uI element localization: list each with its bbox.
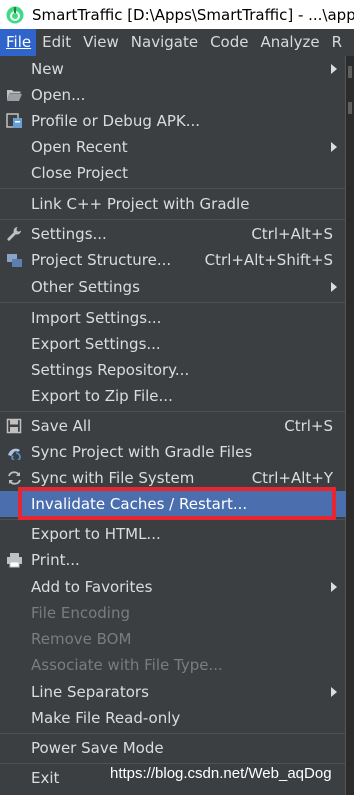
menu-code[interactable]: Code: [204, 29, 254, 56]
toolbar-fragment: [348, 66, 352, 78]
menu-item-sync-gradle[interactable]: Sync Project with Gradle Files: [0, 439, 346, 465]
menu-item-import-settings[interactable]: Import Settings...: [0, 305, 346, 331]
menu-view[interactable]: View: [77, 29, 125, 56]
menu-item-profile-debug-apk[interactable]: Profile or Debug APK...: [0, 108, 346, 134]
android-studio-icon: [6, 6, 24, 23]
menu-file[interactable]: File: [0, 29, 37, 56]
menu-item-project-structure[interactable]: Project Structure... Ctrl+Alt+Shift+S: [0, 247, 346, 273]
title-bar: SmartTraffic [D:\Apps\SmartTraffic] - ..…: [0, 0, 354, 29]
menu-item-settings[interactable]: Settings... Ctrl+Alt+S: [0, 221, 346, 247]
menu-item-associate-file-type: Associate with File Type...: [31, 656, 223, 674]
file-menu-dropdown: New Open... Profile or Debug APK... Open…: [0, 56, 346, 795]
save-icon: [6, 418, 22, 434]
menu-separator: [0, 188, 346, 189]
menu-item-export-zip[interactable]: Export to Zip File...: [0, 383, 346, 409]
menu-item-sync-file-system[interactable]: Sync with File System Ctrl+Alt+Y: [0, 465, 346, 491]
menu-separator: [0, 302, 346, 303]
menu-item-file-encoding: File Encoding: [31, 604, 130, 622]
menu-separator: [0, 733, 346, 734]
menu-item-export-settings[interactable]: Export Settings...: [0, 331, 346, 357]
submenu-arrow-icon: [331, 64, 337, 74]
menu-item-close-project[interactable]: Close Project: [0, 160, 346, 186]
menu-item-export-html[interactable]: Export to HTML...: [0, 521, 346, 547]
gradle-sync-icon: [8, 448, 21, 460]
menu-separator: [0, 519, 346, 520]
ide-window: SmartTraffic [D:\Apps\SmartTraffic] - ..…: [0, 0, 354, 795]
submenu-arrow-icon: [331, 582, 337, 592]
menu-refactor[interactable]: R: [326, 29, 348, 56]
wrench-icon: [7, 227, 21, 241]
menu-item-other-settings[interactable]: Other Settings: [0, 274, 346, 300]
folder-open-icon: [7, 90, 22, 101]
menu-separator: [0, 219, 346, 220]
menu-separator: [0, 763, 346, 764]
menu-separator: [0, 411, 346, 412]
menu-item-print[interactable]: Print...: [0, 547, 346, 573]
menu-analyze[interactable]: Analyze: [254, 29, 325, 56]
menu-item-power-save-mode[interactable]: Power Save Mode: [0, 735, 346, 761]
menu-edit[interactable]: Edit: [36, 29, 77, 56]
menu-item-open-recent[interactable]: Open Recent: [0, 134, 346, 160]
window-title: SmartTraffic [D:\Apps\SmartTraffic] - ..…: [32, 5, 354, 24]
menu-item-add-to-favorites[interactable]: Add to Favorites: [0, 574, 346, 600]
watermark: https://blog.csdn.net/Web_aqDog: [110, 765, 332, 782]
editor-background: [346, 56, 354, 795]
menu-item-settings-repository[interactable]: Settings Repository...: [0, 357, 346, 383]
submenu-arrow-icon: [331, 142, 337, 152]
menu-bar: File Edit View Navigate Code Analyze R: [0, 29, 354, 56]
project-structure-icon: [7, 254, 22, 267]
menu-item-new[interactable]: New: [0, 56, 346, 82]
toolbar-fragment: [348, 102, 352, 114]
profile-apk-icon: [6, 113, 22, 128]
print-icon: [7, 553, 22, 568]
submenu-arrow-icon: [331, 282, 337, 292]
menu-item-line-separators[interactable]: Line Separators: [0, 679, 346, 705]
submenu-arrow-icon: [331, 687, 337, 697]
menu-item-invalidate-caches[interactable]: Invalidate Caches / Restart...: [0, 491, 346, 517]
menu-item-save-all[interactable]: Save All Ctrl+S: [0, 413, 346, 439]
menu-item-open[interactable]: Open...: [0, 82, 346, 108]
menu-item-remove-bom: Remove BOM: [31, 630, 132, 648]
sync-icon: [8, 471, 21, 485]
menu-item-make-read-only[interactable]: Make File Read-only: [0, 705, 346, 731]
menu-item-link-cpp-project[interactable]: Link C++ Project with Gradle: [0, 191, 346, 217]
menu-navigate[interactable]: Navigate: [125, 29, 204, 56]
